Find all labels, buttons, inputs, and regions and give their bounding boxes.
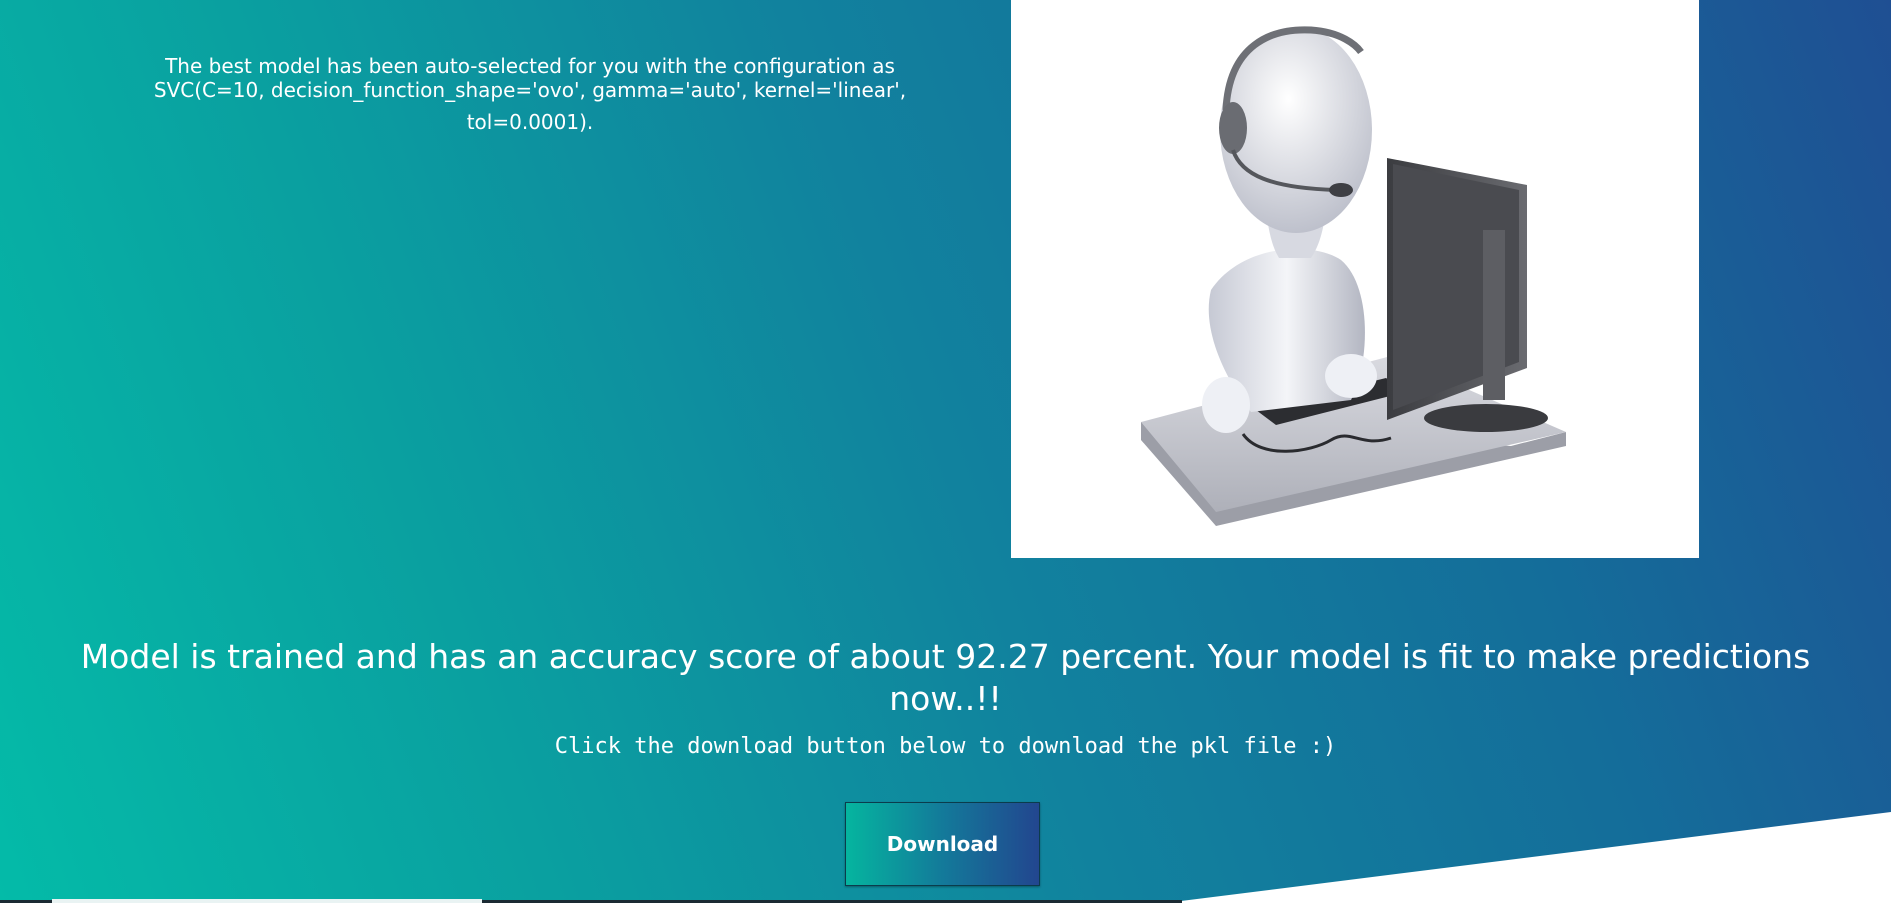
config-line-2: SVC(C=10, decision_function_shape='ovo',… [153,78,907,102]
model-configuration-text: The best model has been auto-selected fo… [150,54,910,134]
download-button[interactable]: Download [845,802,1040,886]
support-agent-computer-illustration [1011,0,1699,558]
bottom-strip-segment [52,899,482,903]
download-instruction-text: Click the download button below to downl… [554,734,1337,759]
bottom-edge-strip [0,899,1891,903]
config-line-3: tol=0.0001). [466,110,594,134]
config-line-1: The best model has been auto-selected fo… [165,54,895,78]
support-agent-icon [1141,26,1566,526]
accuracy-result-heading: Model is trained and has an accuracy sco… [80,637,1811,718]
